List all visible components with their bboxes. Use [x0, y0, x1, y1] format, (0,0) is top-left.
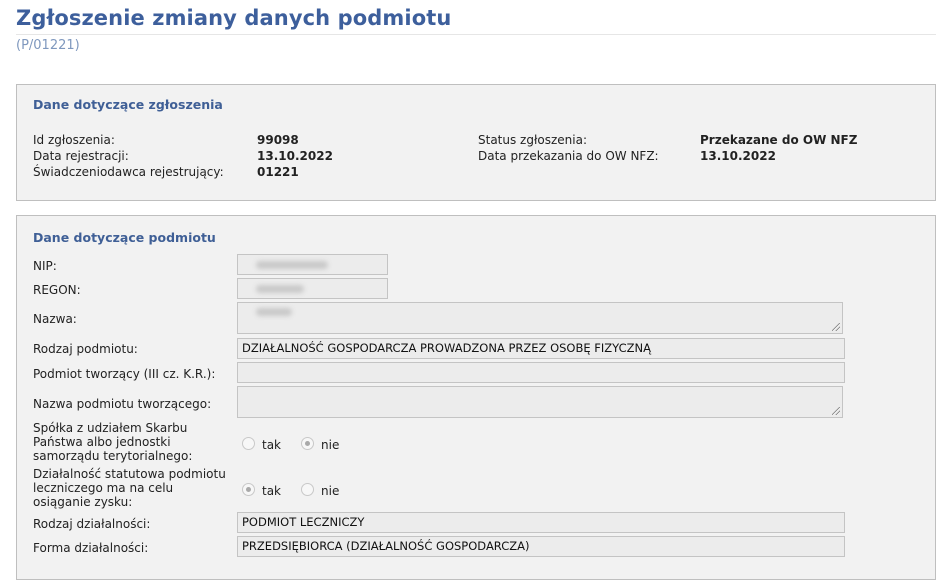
submission-id-value: 99098: [257, 133, 299, 147]
activity-type-label: Rodzaj działalności:: [33, 517, 151, 531]
founder-label: Podmiot tworzący (III cz. K.R.):: [33, 367, 216, 381]
state-company-option-yes: tak: [262, 438, 282, 452]
transfer-date-value: 13.10.2022: [700, 149, 776, 163]
regon-field[interactable]: [237, 278, 388, 299]
resize-handle-icon[interactable]: [832, 407, 840, 415]
submission-panel: Dane dotyczące zgłoszenia Id zgłoszenia:…: [16, 84, 936, 201]
entity-heading: Dane dotyczące podmiotu: [33, 230, 216, 245]
provider-value: 01221: [257, 165, 299, 179]
state-company-radio-yes[interactable]: [242, 437, 255, 450]
founder-name-textarea[interactable]: [237, 386, 843, 418]
profit-radio-yes[interactable]: [242, 483, 255, 496]
nip-label: NIP:: [33, 259, 57, 273]
submission-heading: Dane dotyczące zgłoszenia: [33, 97, 223, 112]
name-textarea[interactable]: [237, 302, 843, 334]
page-code: (P/01221): [16, 38, 80, 53]
transfer-date-label: Data przekazania do OW NFZ:: [478, 149, 659, 163]
registration-date-value: 13.10.2022: [257, 149, 333, 163]
regon-label: REGON:: [33, 283, 81, 297]
redacted-name: [256, 308, 292, 316]
status-label: Status zgłoszenia:: [478, 133, 587, 147]
submission-id-label: Id zgłoszenia:: [33, 133, 115, 147]
profit-radio-no[interactable]: [301, 483, 314, 496]
page-title: Zgłoszenie zmiany danych podmiotu: [16, 6, 452, 30]
activity-form-field[interactable]: PRZEDSIĘBIORCA (DZIAŁALNOŚĆ GOSPODARCZA): [237, 536, 845, 557]
state-company-label: Spółka z udziałem Skarbu Państwa albo je…: [33, 421, 193, 463]
founder-name-label: Nazwa podmiotu tworzącego:: [33, 397, 212, 411]
state-company-radio-no[interactable]: [301, 437, 314, 450]
resize-handle-icon[interactable]: [832, 323, 840, 331]
status-value: Przekazane do OW NFZ: [700, 133, 858, 147]
activity-type-field[interactable]: PODMIOT LECZNICZY: [237, 512, 845, 533]
founder-field[interactable]: [237, 362, 845, 383]
redacted-nip: [256, 261, 328, 269]
provider-label: Świadczeniodawca rejestrujący:: [33, 165, 224, 179]
redacted-regon: [256, 285, 304, 293]
nip-field[interactable]: [237, 254, 388, 275]
title-divider: [16, 34, 936, 35]
registration-date-label: Data rejestracji:: [33, 149, 129, 163]
profit-option-yes: tak: [262, 484, 282, 498]
entity-type-field[interactable]: DZIAŁALNOŚĆ GOSPODARCZA PROWADZONA PRZEZ…: [237, 338, 845, 359]
profit-label: Działalność statutowa podmiotu lecznicze…: [33, 467, 226, 509]
entity-panel: Dane dotyczące podmiotu NIP: REGON: Nazw…: [16, 215, 936, 580]
name-label: Nazwa:: [33, 312, 77, 326]
activity-form-label: Forma działalności:: [33, 541, 149, 555]
profit-option-no: nie: [321, 484, 340, 498]
state-company-option-no: nie: [321, 438, 340, 452]
entity-type-label: Rodzaj podmiotu:: [33, 342, 138, 356]
